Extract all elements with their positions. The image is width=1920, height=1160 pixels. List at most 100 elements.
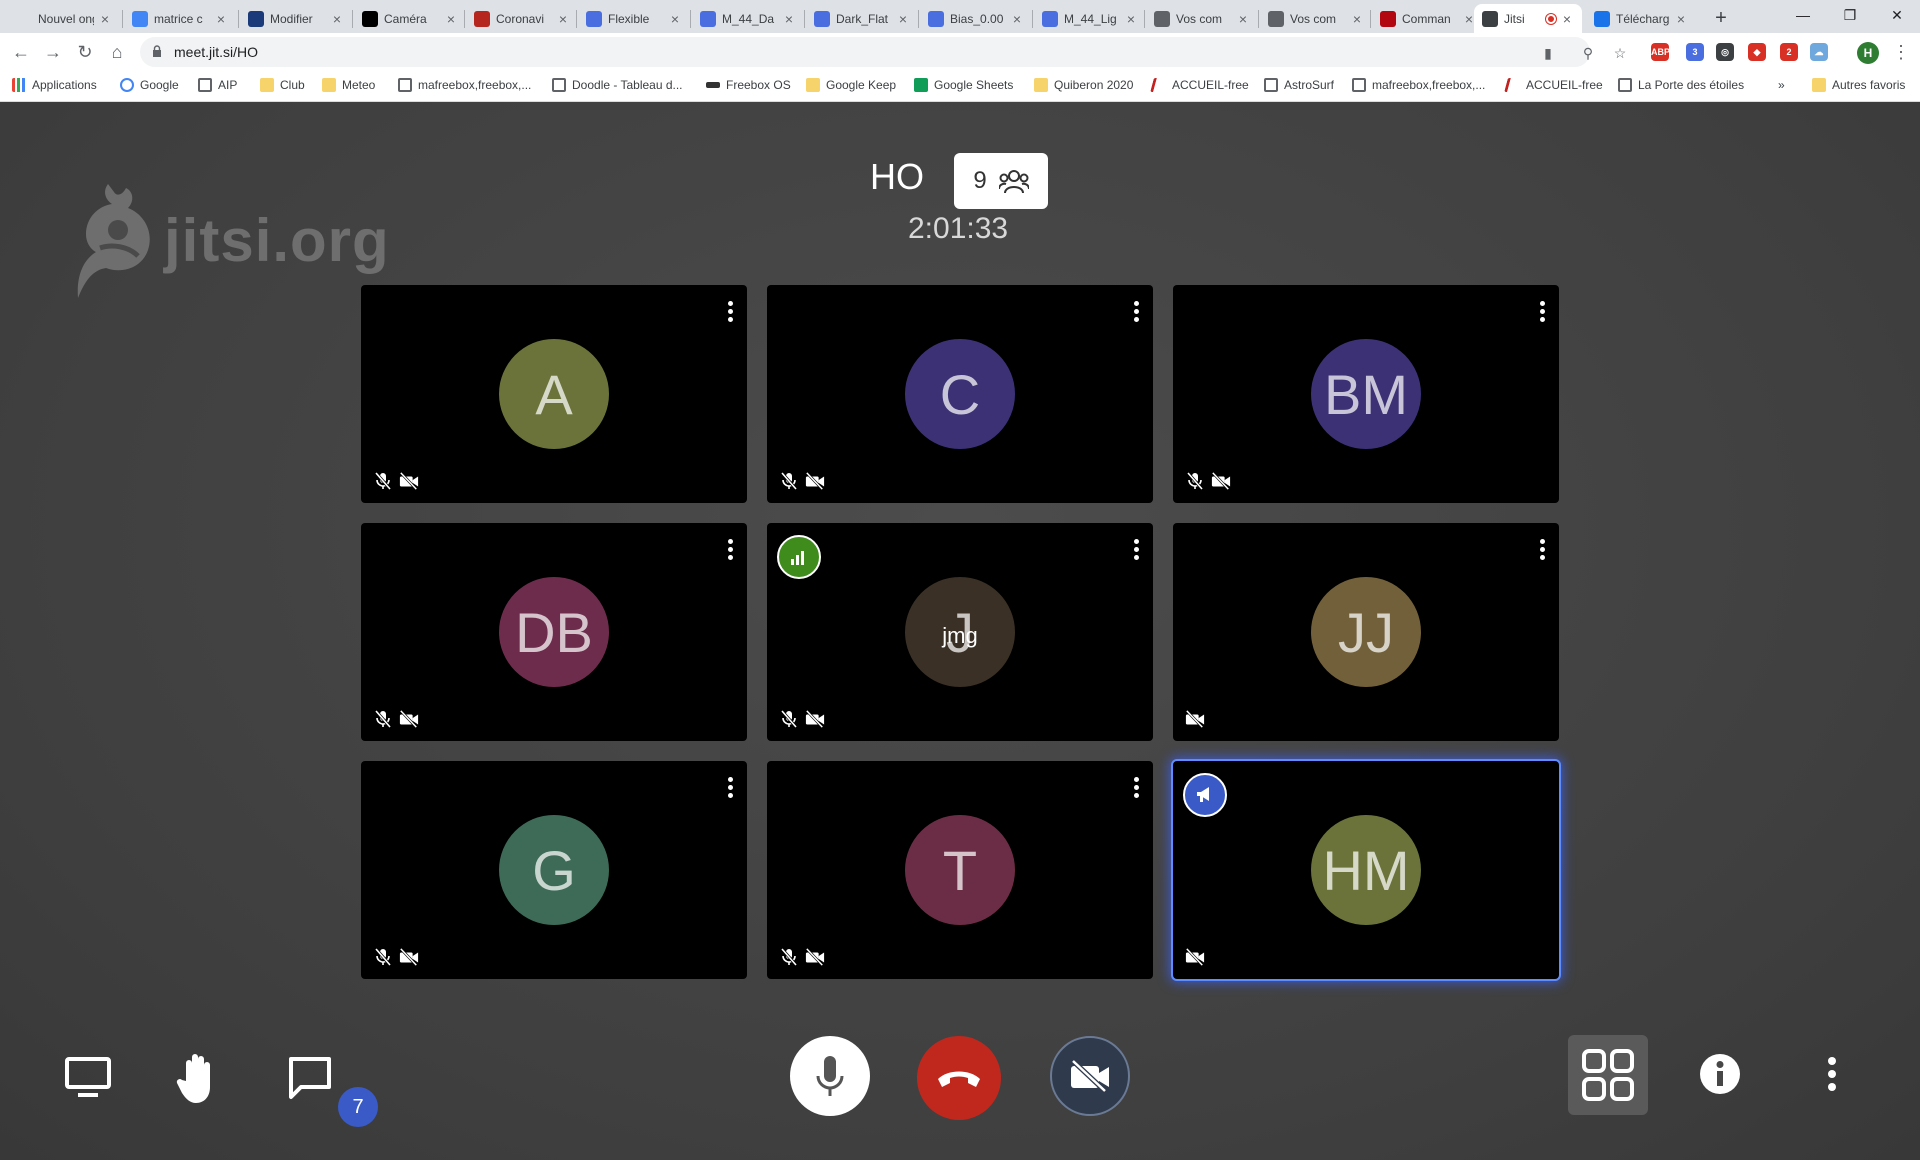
participant-tile[interactable]: JJ: [1173, 523, 1559, 741]
tile-view-icon: [1582, 1049, 1634, 1101]
close-tab-icon[interactable]: ×: [1560, 11, 1574, 27]
logo-text: jitsi.org: [164, 206, 390, 274]
browser-tab[interactable]: M_44_Lig ×: [1034, 4, 1146, 33]
participant-tile[interactable]: A: [361, 285, 747, 503]
close-tab-icon[interactable]: ×: [556, 11, 570, 27]
camera-blocked-icon[interactable]: ▮: [1540, 45, 1556, 61]
browser-tab[interactable]: Télécharg ×: [1586, 4, 1696, 33]
other-bookmarks-folder[interactable]: Autres favoris: [1812, 78, 1905, 92]
browser-tab[interactable]: Bias_0.00 ×: [920, 4, 1032, 33]
bookmarks-overflow-button[interactable]: »: [1778, 78, 1785, 92]
bookmark-item[interactable]: ACCUEIL-free: [1150, 78, 1249, 92]
participant-menu-icon[interactable]: [727, 539, 733, 561]
close-tab-icon[interactable]: ×: [330, 11, 344, 27]
bookmark-item[interactable]: Freebox OS: [706, 78, 791, 92]
new-tab-button[interactable]: +: [1707, 4, 1735, 32]
close-tab-icon[interactable]: ×: [98, 11, 112, 27]
participant-tile[interactable]: DB: [361, 523, 747, 741]
extension-icon[interactable]: ◎: [1716, 43, 1734, 61]
home-icon[interactable]: ⌂: [102, 37, 132, 67]
minimize-window-button[interactable]: —: [1780, 0, 1826, 30]
browser-tab[interactable]: Caméra ×: [354, 4, 466, 33]
browser-tab[interactable]: Comman ×: [1372, 4, 1484, 33]
browser-tab[interactable]: M_44_Da ×: [692, 4, 804, 33]
reload-icon[interactable]: ↻: [70, 37, 100, 67]
participant-tile[interactable]: BM: [1173, 285, 1559, 503]
participant-menu-icon[interactable]: [1539, 301, 1545, 323]
browser-tab[interactable]: Dark_Flat ×: [806, 4, 918, 33]
extension-icon[interactable]: 2: [1780, 43, 1798, 61]
bookmark-item[interactable]: AstroSurf: [1264, 78, 1334, 92]
camera-toggle-button[interactable]: [1050, 1036, 1130, 1116]
bookmark-label: Google Keep: [826, 78, 897, 92]
more-actions-button[interactable]: [1818, 1052, 1846, 1096]
browser-tab[interactable]: Nouvel onglet ×: [8, 4, 120, 33]
tile-view-toggle-button[interactable]: [1568, 1035, 1648, 1115]
participant-menu-icon[interactable]: [727, 777, 733, 799]
bookmark-item[interactable]: mafreebox,freebox,...: [398, 78, 531, 92]
bookmark-item[interactable]: AIP: [198, 78, 237, 92]
microphone-toggle-button[interactable]: [790, 1036, 870, 1116]
browser-tab[interactable]: Vos com ×: [1260, 4, 1372, 33]
browser-tab[interactable]: Coronavi ×: [466, 4, 578, 33]
bookmark-item[interactable]: La Porte des étoiles: [1618, 78, 1744, 92]
browser-tab[interactable]: matrice c ×: [124, 4, 236, 33]
jitsi-logo[interactable]: jitsi.org: [72, 178, 390, 302]
browser-menu-icon[interactable]: ⋮: [1886, 37, 1916, 67]
close-tab-icon[interactable]: ×: [214, 11, 228, 27]
participant-tile[interactable]: HM: [1173, 761, 1559, 979]
close-tab-icon[interactable]: ×: [896, 11, 910, 27]
close-tab-icon[interactable]: ×: [1124, 11, 1138, 27]
extension-icon[interactable]: ◆: [1748, 43, 1766, 61]
participant-tile[interactable]: G: [361, 761, 747, 979]
browser-tab[interactable]: Modifier ×: [240, 4, 352, 33]
url-text: meet.jit.si/HO: [174, 44, 259, 60]
bookmark-item[interactable]: Google Sheets: [914, 78, 1013, 92]
browser-tab[interactable]: Flexible ×: [578, 4, 690, 33]
participant-tile[interactable]: T: [767, 761, 1153, 979]
forward-arrow-icon[interactable]: →: [38, 37, 68, 67]
bookmark-item[interactable]: Doodle - Tableau d...: [552, 78, 683, 92]
participant-tile[interactable]: Jjmg: [767, 523, 1153, 741]
cloud-extension-icon[interactable]: ☁: [1810, 43, 1828, 61]
back-arrow-icon[interactable]: ←: [6, 37, 36, 67]
address-bar[interactable]: meet.jit.si/HO ▮ ⚲: [140, 37, 1593, 67]
zoom-icon[interactable]: ⚲: [1580, 45, 1596, 61]
bookmark-item[interactable]: ACCUEIL-free: [1504, 78, 1603, 92]
raise-hand-button[interactable]: [172, 1048, 228, 1108]
hangup-button[interactable]: [917, 1036, 1001, 1120]
participant-menu-icon[interactable]: [1133, 777, 1139, 799]
bookmark-item[interactable]: Google: [120, 78, 179, 92]
bookmark-item[interactable]: Meteo: [322, 78, 375, 92]
chat-button[interactable]: [284, 1052, 336, 1104]
browser-tab[interactable]: Vos com ×: [1146, 4, 1258, 33]
close-tab-icon[interactable]: ×: [1350, 11, 1364, 27]
info-button[interactable]: [1698, 1052, 1742, 1096]
close-tab-icon[interactable]: ×: [1010, 11, 1024, 27]
bookmark-item[interactable]: Applications: [12, 78, 97, 92]
bookmark-item[interactable]: Google Keep: [806, 78, 896, 92]
participant-menu-icon[interactable]: [1133, 539, 1139, 561]
participant-tile[interactable]: C: [767, 285, 1153, 503]
browser-tab[interactable]: Jitsi ×: [1474, 4, 1582, 33]
screen-share-button[interactable]: [62, 1052, 114, 1104]
close-tab-icon[interactable]: ×: [1674, 11, 1688, 27]
bookmark-star-icon[interactable]: ☆: [1612, 45, 1628, 61]
bookmark-item[interactable]: Quiberon 2020: [1034, 78, 1133, 92]
close-tab-icon[interactable]: ×: [668, 11, 682, 27]
adblock-extension-icon[interactable]: ABP: [1651, 43, 1670, 61]
extension-icon[interactable]: 3: [1686, 43, 1704, 61]
profile-avatar[interactable]: H: [1857, 42, 1879, 64]
participant-menu-icon[interactable]: [1133, 301, 1139, 323]
participant-menu-icon[interactable]: [1539, 539, 1545, 561]
participant-menu-icon[interactable]: [727, 301, 733, 323]
close-tab-icon[interactable]: ×: [1236, 11, 1250, 27]
participant-count-button[interactable]: 9: [954, 153, 1048, 209]
close-tab-icon[interactable]: ×: [782, 11, 796, 27]
bookmark-item[interactable]: Club: [260, 78, 305, 92]
connection-indicator-icon[interactable]: [777, 535, 821, 579]
close-window-button[interactable]: ✕: [1874, 0, 1920, 30]
close-tab-icon[interactable]: ×: [444, 11, 458, 27]
bookmark-item[interactable]: mafreebox,freebox,...: [1352, 78, 1485, 92]
restore-window-button[interactable]: ❐: [1827, 0, 1873, 30]
